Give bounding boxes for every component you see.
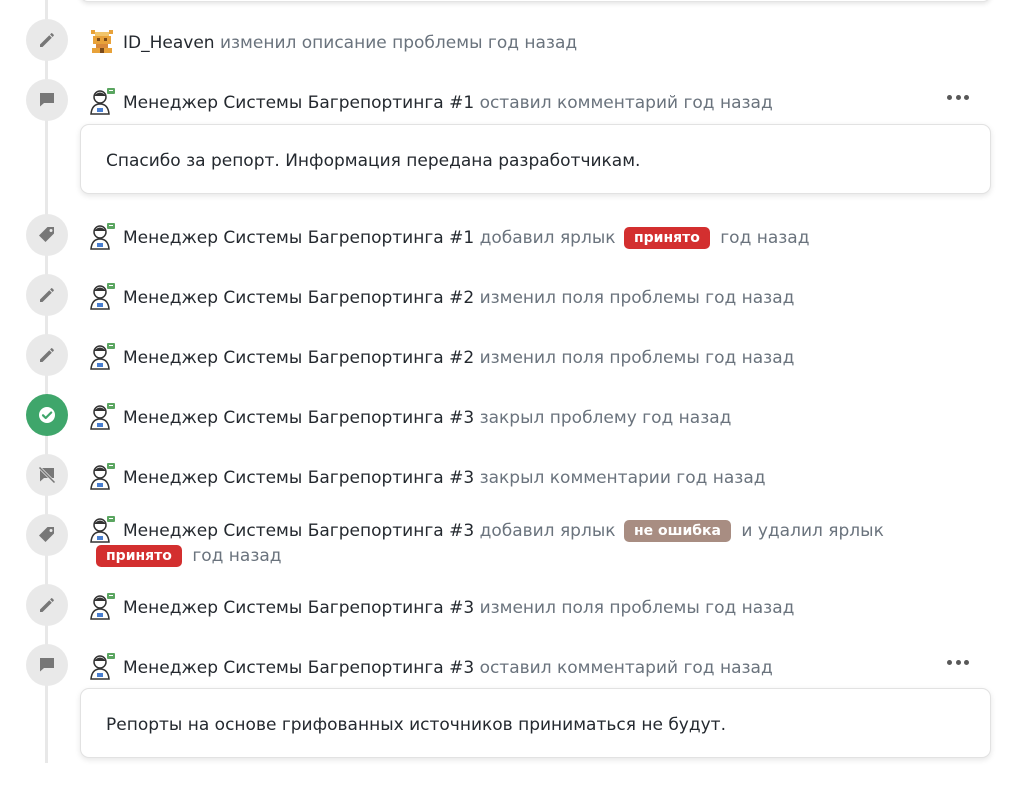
manager-avatar[interactable] [88, 402, 116, 430]
comment-icon [26, 644, 68, 686]
tag-icon [26, 514, 68, 556]
pencil-icon [26, 334, 68, 376]
event-time: год назад [720, 228, 810, 248]
author-link[interactable]: Менеджер Системы Багрепортинга #2 [123, 288, 474, 308]
timeline-event: Менеджер Системы Багрепортинга #3 измени… [88, 592, 973, 621]
author-link[interactable]: Менеджер Системы Багрепортинга #3 [123, 598, 474, 618]
timeline-event: Менеджер Системы Багрепортинга #2 измени… [88, 342, 973, 371]
pencil-icon [26, 584, 68, 626]
check-circle-icon [26, 394, 68, 436]
event-action-middle: и удалил ярлык [741, 521, 884, 541]
timeline-event: Менеджер Системы Багрепортинга #3 добави… [90, 515, 973, 569]
timeline-event: Менеджер Системы Багрепортинга #1 добави… [88, 222, 973, 251]
author-link[interactable]: ID_Heaven [123, 33, 215, 53]
manager-avatar[interactable] [88, 282, 116, 310]
timeline-event: Менеджер Системы Багрепортинга #3 закрыл… [88, 462, 973, 491]
author-link[interactable]: Менеджер Системы Багрепортинга #3 [123, 658, 474, 678]
event-action: изменил поля проблемы год назад [479, 288, 795, 308]
comment-text: Репорты на основе грифованных источников… [106, 715, 726, 735]
author-link[interactable]: Менеджер Системы Багрепортинга #3 [123, 408, 474, 428]
event-action: закрыл комментарии год назад [479, 468, 766, 488]
label-accepted[interactable]: принято [96, 545, 182, 567]
manager-avatar[interactable] [88, 592, 116, 620]
author-link[interactable]: Менеджер Системы Багрепортинга #1 [123, 228, 474, 248]
author-link[interactable]: Менеджер Системы Багрепортинга #3 [123, 468, 474, 488]
event-action: оставил комментарий год назад [479, 658, 773, 678]
manager-avatar[interactable] [88, 222, 116, 250]
comment-card: Спасибо за репорт. Информация передана р… [80, 124, 991, 194]
comment-menu-button[interactable] [944, 89, 972, 105]
event-time: год назад [192, 546, 282, 566]
author-link[interactable]: Менеджер Системы Багрепортинга #2 [123, 348, 474, 368]
timeline-event: ID_Heaven изменил описание проблемы год … [88, 27, 973, 56]
previous-card-edge [80, 0, 991, 2]
timeline-event: Менеджер Системы Багрепортинга #3 закрыл… [88, 402, 973, 431]
timeline-event: Менеджер Системы Багрепортинга #2 измени… [88, 282, 973, 311]
pencil-icon [26, 19, 68, 61]
event-action: добавил ярлык [479, 521, 616, 541]
event-action: изменил поля проблемы год назад [479, 598, 795, 618]
comment-text: Спасибо за репорт. Информация передана р… [106, 151, 641, 171]
manager-avatar[interactable] [88, 515, 116, 543]
manager-avatar[interactable] [88, 462, 116, 490]
manager-avatar[interactable] [88, 87, 116, 115]
comment-menu-button[interactable] [944, 654, 972, 670]
event-action: закрыл проблему год назад [479, 408, 732, 428]
comment-card: Репорты на основе грифованных источников… [80, 688, 991, 758]
timeline-event: Менеджер Системы Багрепортинга #3 остави… [88, 652, 973, 681]
manager-avatar[interactable] [88, 652, 116, 680]
event-action: изменил описание проблемы год назад [219, 33, 578, 53]
event-action: добавил ярлык [479, 228, 616, 248]
author-link[interactable]: Менеджер Системы Багрепортинга #1 [123, 93, 474, 113]
comment-icon [26, 79, 68, 121]
label-accepted[interactable]: принято [623, 227, 710, 249]
author-link[interactable]: Менеджер Системы Багрепортинга #3 [123, 521, 474, 541]
event-action: оставил комментарий год назад [479, 93, 773, 113]
event-action: изменил поля проблемы год назад [479, 348, 795, 368]
timeline-event: Менеджер Системы Багрепортинга #1 остави… [88, 87, 973, 116]
label-not-bug[interactable]: не ошибка [623, 520, 731, 542]
pixel-avatar[interactable] [88, 27, 116, 55]
tag-icon [26, 214, 68, 256]
pencil-icon [26, 274, 68, 316]
manager-avatar[interactable] [88, 342, 116, 370]
comment-lock-icon [26, 454, 68, 496]
